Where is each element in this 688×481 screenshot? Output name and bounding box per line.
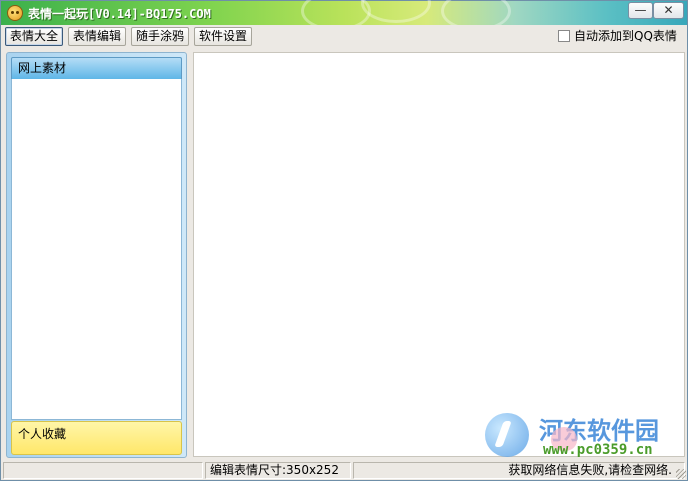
tab-emoticon-edit[interactable]: 表情编辑 bbox=[68, 27, 127, 46]
tab-emoticon-collection[interactable]: 表情大全 bbox=[5, 27, 64, 46]
sidebar-header-online-materials[interactable]: 网上素材 bbox=[11, 57, 182, 79]
smiley-app-icon bbox=[7, 5, 23, 21]
close-button[interactable]: ✕ bbox=[653, 2, 684, 19]
minimize-icon: — bbox=[634, 3, 647, 17]
checkbox-box[interactable] bbox=[558, 30, 570, 42]
sidebar-footer-favorites[interactable]: 个人收藏 bbox=[11, 421, 182, 455]
app-window: 表情一起玩[V0.14]-BQ175.COM — ✕ 表情大全 表情编辑 随手涂… bbox=[0, 0, 688, 481]
sidebar: 网上素材 个人收藏 bbox=[6, 52, 187, 458]
tab-doodle[interactable]: 随手涂鸦 bbox=[131, 27, 190, 46]
status-message: 获取网络信息失败,请检查网络. bbox=[353, 462, 685, 479]
watermark-url: www.pc0359.cn bbox=[543, 442, 653, 458]
auto-add-qq-checkbox[interactable]: 自动添加到QQ表情 bbox=[558, 28, 677, 45]
tab-settings[interactable]: 软件设置 bbox=[194, 27, 253, 46]
auto-add-label: 自动添加到QQ表情 bbox=[574, 29, 677, 43]
status-edit-size: 编辑表情尺寸:350x252 bbox=[205, 462, 351, 479]
title-swirl-decoration bbox=[361, 0, 431, 23]
toolbar: 表情大全 表情编辑 随手涂鸦 软件设置 自动添加到QQ表情 bbox=[1, 25, 687, 48]
resize-grip-icon[interactable] bbox=[676, 469, 686, 479]
watermark-logo-icon bbox=[485, 413, 529, 457]
status-bar: 编辑表情尺寸:350x252 获取网络信息失败,请检查网络. bbox=[1, 461, 687, 480]
title-bar[interactable]: 表情一起玩[V0.14]-BQ175.COM — ✕ bbox=[1, 0, 687, 31]
sidebar-list[interactable] bbox=[11, 79, 182, 420]
window-title: 表情一起玩[V0.14]-BQ175.COM bbox=[28, 7, 211, 21]
site-watermark: 河东软件园 www.pc0359.cn bbox=[483, 409, 683, 465]
content-area[interactable] bbox=[193, 52, 685, 457]
status-progress bbox=[3, 462, 203, 479]
minimize-button[interactable]: — bbox=[628, 2, 653, 19]
close-icon: ✕ bbox=[663, 3, 674, 17]
